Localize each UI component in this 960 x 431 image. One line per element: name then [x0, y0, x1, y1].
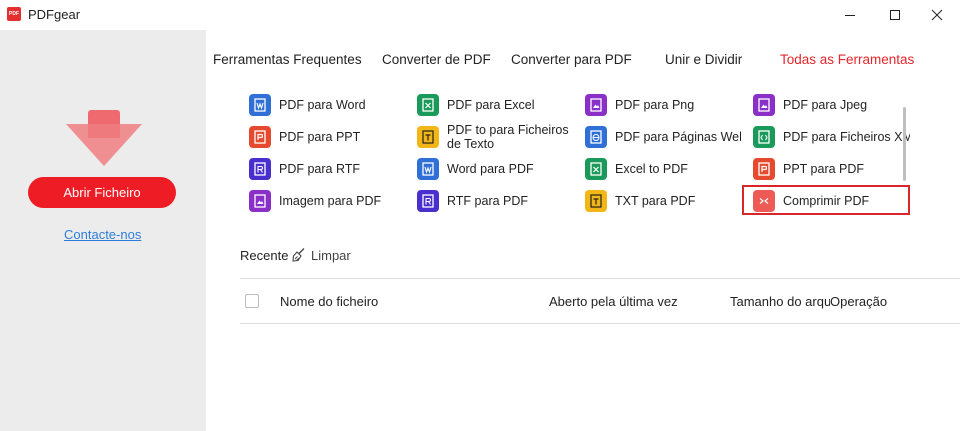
tool-pdf-to-text[interactable]: PDF to para Ficheiros de Texto [417, 121, 573, 153]
image-pdf-icon [249, 190, 271, 212]
tab-all-tools[interactable]: Todas as Ferramentas [780, 52, 914, 67]
recent-label: Recente [240, 248, 289, 263]
ppt-pdf-icon [753, 158, 775, 180]
tool-label: PDF para Png [615, 98, 695, 112]
tab-frequent-tools[interactable]: Ferramentas Frequentes [213, 52, 362, 67]
pdf-excel-icon [417, 94, 439, 116]
pdf-word-icon [249, 94, 271, 116]
divider [240, 278, 960, 279]
minimize-icon [845, 15, 855, 16]
tool-label: PDF para Páginas Web [615, 130, 741, 144]
column-last-opened[interactable]: Aberto pela última vez [549, 294, 678, 309]
rtf-pdf-icon [417, 190, 439, 212]
tool-label: PDF para RTF [279, 162, 361, 176]
pdf-rtf-icon [249, 158, 271, 180]
tool-pdf-to-jpeg[interactable]: PDF para Jpeg [753, 93, 867, 117]
tool-pdf-to-xml[interactable]: PDF para Ficheiros XML [753, 125, 910, 149]
tool-label: Imagem para PDF [279, 194, 382, 208]
tool-excel-to-pdf[interactable]: Excel to PDF [585, 157, 688, 181]
pdf-html-icon [585, 126, 607, 148]
divider [240, 323, 960, 324]
left-panel: Abrir Ficheiro Contacte-nos [0, 30, 206, 431]
pdf-text-icon [417, 126, 439, 148]
select-all-checkbox[interactable] [245, 294, 259, 308]
tool-pdf-to-rtf[interactable]: PDF para RTF [249, 157, 360, 181]
tool-ppt-to-pdf[interactable]: PPT para PDF [753, 157, 864, 181]
tool-label: Word para PDF [447, 162, 534, 176]
app-logo-icon: PDF [7, 7, 21, 21]
broom-icon[interactable] [291, 247, 307, 263]
contact-link[interactable]: Contacte-nos [64, 227, 141, 242]
pdf-xml-icon [753, 126, 775, 148]
tools-scrollbar[interactable] [903, 107, 906, 181]
pdf-ppt-icon [249, 126, 271, 148]
tool-label: PDF para Word [279, 98, 366, 112]
txt-pdf-icon [585, 190, 607, 212]
word-pdf-icon [417, 158, 439, 180]
tool-label: PDF para Jpeg [783, 98, 868, 112]
tool-word-to-pdf[interactable]: Word para PDF [417, 157, 534, 181]
app-title: PDFgear [28, 7, 81, 22]
pdf-png-icon [585, 94, 607, 116]
clear-recent-button[interactable]: Limpar [311, 248, 351, 263]
tool-label: PDF to para Ficheiros de Texto [447, 123, 569, 151]
tool-pdf-to-excel[interactable]: PDF para Excel [417, 93, 535, 117]
tool-label: PDF para PPT [279, 130, 361, 144]
tool-label: PPT para PDF [783, 162, 865, 176]
maximize-button[interactable] [872, 0, 918, 30]
tab-convert-to-pdf[interactable]: Converter para PDF [511, 52, 632, 67]
tool-label: TXT para PDF [615, 194, 696, 208]
column-file-size[interactable]: Tamanho do arquivo [730, 294, 830, 309]
title-bar: PDF PDFgear [0, 0, 960, 30]
column-operation: Operação [830, 294, 888, 309]
compress-pdf-highlight [742, 185, 910, 215]
tool-label: RTF para PDF [447, 194, 529, 208]
maximize-icon [890, 10, 900, 20]
excel-pdf-icon [585, 158, 607, 180]
close-button[interactable] [914, 0, 960, 30]
pdf-jpeg-icon [753, 94, 775, 116]
minimize-button[interactable] [827, 0, 873, 30]
tool-rtf-to-pdf[interactable]: RTF para PDF [417, 189, 528, 213]
tab-convert-from-pdf[interactable]: Converter de PDF [382, 52, 491, 67]
tool-pdf-to-word[interactable]: PDF para Word [249, 93, 366, 117]
tool-label: Excel to PDF [615, 162, 688, 176]
column-file-name[interactable]: Nome do ficheiro [280, 294, 378, 309]
tool-image-to-pdf[interactable]: Imagem para PDF [249, 189, 381, 213]
open-file-button[interactable]: Abrir Ficheiro [28, 177, 176, 208]
tab-merge-split[interactable]: Unir e Dividir [665, 52, 742, 67]
tool-label: PDF para Ficheiros XML [783, 130, 910, 144]
tool-label: PDF para Excel [447, 98, 535, 112]
tool-pdf-to-html[interactable]: PDF para Páginas Web [585, 125, 741, 149]
tool-txt-to-pdf[interactable]: TXT para PDF [585, 189, 695, 213]
tool-pdf-to-png[interactable]: PDF para Png [585, 93, 694, 117]
tool-pdf-to-ppt[interactable]: PDF para PPT [249, 125, 360, 149]
close-icon [931, 9, 943, 21]
